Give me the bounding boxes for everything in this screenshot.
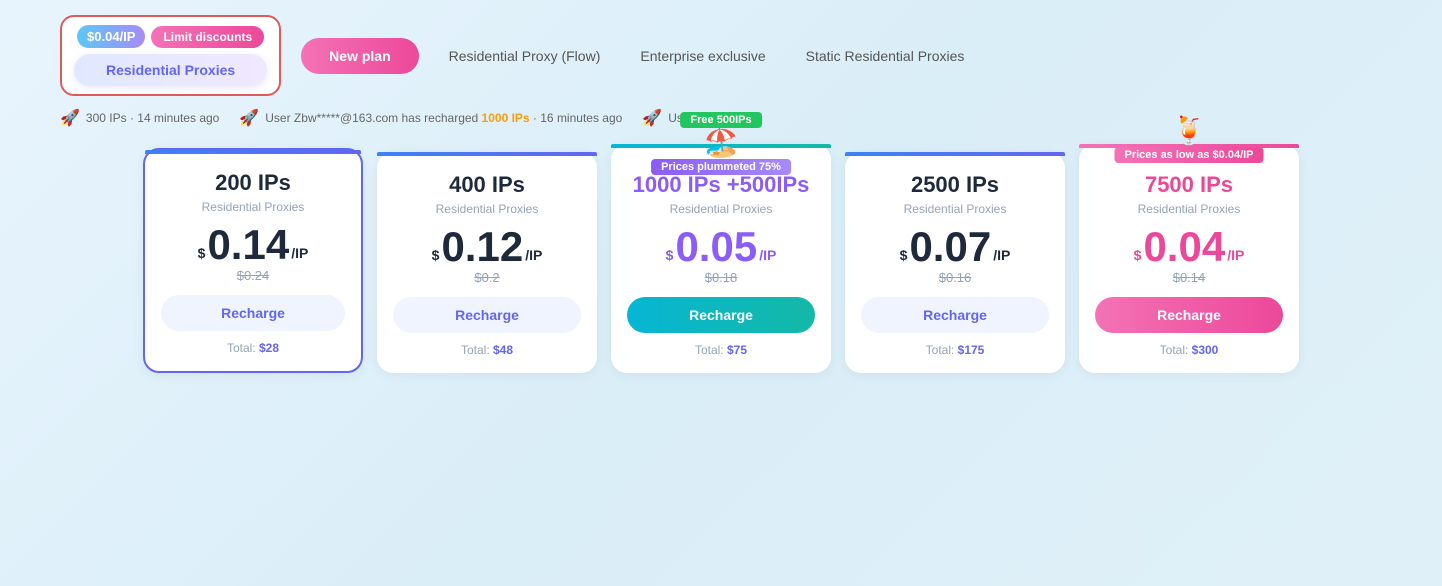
separator-200: [145, 150, 361, 154]
plan-card-7500: 🍹 Prices as low as $0.04/IP 7500 IPs Res…: [1079, 144, 1299, 373]
notice-highlight-2: 1000 IPs: [482, 111, 530, 125]
plan-card-200: 200 IPs Residential Proxies $ 0.14 /IP $…: [143, 148, 363, 373]
plan-type-2500: Residential Proxies: [861, 202, 1049, 216]
price-main-7500: 0.04: [1143, 226, 1225, 268]
price-unit-200: /IP: [291, 241, 308, 266]
notice-item-1: 🚀 300 IPs · 14 minutes ago: [60, 108, 219, 128]
plan-ip-count-2500: 2500 IPs: [861, 172, 1049, 198]
plan-type-7500: Residential Proxies: [1095, 202, 1283, 216]
top-nav: $0.04/IP Limit discounts Residential Pro…: [60, 15, 1382, 96]
total-value-400: $48: [493, 343, 513, 357]
plan-card-2500: 2500 IPs Residential Proxies $ 0.07 /IP …: [845, 152, 1065, 373]
plan-total-400: Total: $48: [393, 343, 581, 357]
price-original-1000: $0.18: [627, 270, 815, 285]
plan-ip-count-1000: 1000 IPs +500IPs: [627, 172, 815, 198]
price-original-400: $0.2: [393, 270, 581, 285]
tab-residential-proxies[interactable]: Residential Proxies: [74, 54, 267, 86]
limit-badge: Limit discounts: [151, 26, 264, 48]
recharge-button-7500[interactable]: Recharge: [1095, 297, 1283, 333]
feature-badge-1000: Free 500IPs 🏖️ Prices plummeted 75%: [651, 112, 791, 175]
price-main-200: 0.14: [207, 224, 289, 266]
new-plan-button[interactable]: New plan: [301, 38, 418, 74]
notice-text-2: User Zbw*****@163.com has recharged 1000…: [265, 111, 622, 125]
nav-left-box: $0.04/IP Limit discounts Residential Pro…: [60, 15, 281, 96]
price-unit-7500: /IP: [1227, 243, 1244, 268]
total-value-1000: $75: [727, 343, 747, 357]
plan-ip-count-400: 400 IPs: [393, 172, 581, 198]
recharge-button-200[interactable]: Recharge: [161, 295, 345, 331]
plans-grid: 200 IPs Residential Proxies $ 0.14 /IP $…: [60, 144, 1382, 373]
total-value-200: $28: [259, 341, 279, 355]
plan-total-1000: Total: $75: [627, 343, 815, 357]
price-tag: $0.04/IP: [77, 25, 145, 48]
plan-total-200: Total: $28: [161, 341, 345, 355]
separator-400: [377, 152, 597, 156]
badge-icon-beach: 🏖️: [704, 126, 739, 159]
tab-enterprise-exclusive[interactable]: Enterprise exclusive: [640, 48, 765, 64]
plan-price-row-200: $ 0.14 /IP: [161, 224, 345, 266]
rocket-icon-1: 🚀: [60, 108, 80, 128]
notice-text-1: 300 IPs · 14 minutes ago: [86, 111, 219, 125]
plan-type-1000: Residential Proxies: [627, 202, 815, 216]
badge-plummeted: Prices plummeted 75%: [651, 159, 791, 175]
plan-price-row-7500: $ 0.04 /IP: [1095, 226, 1283, 268]
badge-icon-cocktail: 🍹: [1172, 114, 1207, 147]
rocket-icon-2: 🚀: [239, 108, 259, 128]
price-main-400: 0.12: [441, 226, 523, 268]
plan-ip-count-200: 200 IPs: [161, 170, 345, 196]
plan-card-1000: Free 500IPs 🏖️ Prices plummeted 75% 1000…: [611, 144, 831, 373]
badge-low-price: Prices as low as $0.04/IP: [1114, 147, 1263, 163]
feature-badge-7500: 🍹 Prices as low as $0.04/IP: [1114, 116, 1263, 163]
price-dollar-200: $: [198, 241, 206, 266]
plan-price-row-400: $ 0.12 /IP: [393, 226, 581, 268]
plan-total-2500: Total: $175: [861, 343, 1049, 357]
price-original-200: $0.24: [161, 268, 345, 283]
plan-total-7500: Total: $300: [1095, 343, 1283, 357]
plan-card-400: 400 IPs Residential Proxies $ 0.12 /IP $…: [377, 152, 597, 373]
price-original-7500: $0.14: [1095, 270, 1283, 285]
separator-2500: [845, 152, 1065, 156]
tab-static-residential-proxies[interactable]: Static Residential Proxies: [806, 48, 965, 64]
discount-badge: $0.04/IP Limit discounts: [77, 25, 264, 48]
nav-tabs: Residential Proxy (Flow) Enterprise excl…: [449, 48, 965, 64]
price-dollar-7500: $: [1134, 243, 1142, 268]
price-dollar-1000: $: [666, 243, 674, 268]
total-value-7500: $300: [1192, 343, 1219, 357]
recharge-button-2500[interactable]: Recharge: [861, 297, 1049, 333]
recharge-button-400[interactable]: Recharge: [393, 297, 581, 333]
price-original-2500: $0.16: [861, 270, 1049, 285]
plan-type-200: Residential Proxies: [161, 200, 345, 214]
plan-type-400: Residential Proxies: [393, 202, 581, 216]
plan-ip-count-7500: 7500 IPs: [1095, 172, 1283, 198]
price-main-1000: 0.05: [675, 226, 757, 268]
price-dollar-400: $: [432, 243, 440, 268]
price-main-2500: 0.07: [909, 226, 991, 268]
plan-price-row-2500: $ 0.07 /IP: [861, 226, 1049, 268]
plan-price-row-1000: $ 0.05 /IP: [627, 226, 815, 268]
tab-residential-proxy-flow[interactable]: Residential Proxy (Flow): [449, 48, 601, 64]
recharge-button-1000[interactable]: Recharge: [627, 297, 815, 333]
price-unit-400: /IP: [525, 243, 542, 268]
price-unit-1000: /IP: [759, 243, 776, 268]
price-dollar-2500: $: [900, 243, 908, 268]
price-unit-2500: /IP: [993, 243, 1010, 268]
total-value-2500: $175: [958, 343, 985, 357]
notice-item-2: 🚀 User Zbw*****@163.com has recharged 10…: [239, 108, 622, 128]
page-wrapper: $0.04/IP Limit discounts Residential Pro…: [0, 0, 1442, 586]
